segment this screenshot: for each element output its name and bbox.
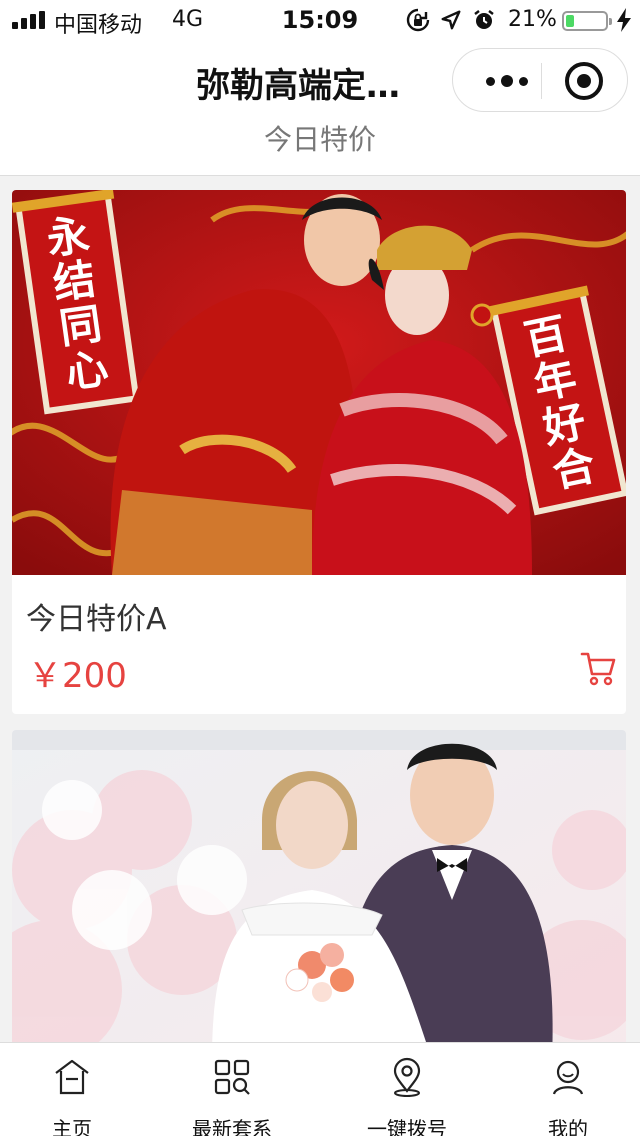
close-circle-icon[interactable] <box>565 62 603 100</box>
page-header: 今日特价 <box>0 112 640 176</box>
cart-icon[interactable] <box>578 648 618 688</box>
tab-label: 主页 <box>52 1117 92 1136</box>
location-icon <box>441 10 461 30</box>
charging-bolt-icon <box>617 8 631 32</box>
product-card[interactable] <box>12 730 626 1060</box>
product-card[interactable]: 永 结 同 心 百 年 好 合 今日特价A ￥200 <box>12 190 626 714</box>
mini-program-capsule <box>452 48 628 112</box>
tab-one-click-dial[interactable]: 一键拨号 <box>337 1043 477 1136</box>
grid-search-icon <box>214 1059 250 1095</box>
nav-title: 弥勒高端定… <box>196 66 400 106</box>
product-image-chinese-wedding[interactable]: 永 结 同 心 百 年 好 合 <box>12 190 626 575</box>
product-price: ￥200 <box>28 656 127 696</box>
status-icons <box>406 8 496 32</box>
status-bar: 中国移动 4G 15:09 21% <box>0 0 640 40</box>
more-dots-icon[interactable] <box>475 49 539 113</box>
tab-label: 最新套系 <box>192 1117 272 1136</box>
svg-text:心: 心 <box>63 343 111 397</box>
tab-label: 我的 <box>548 1117 588 1136</box>
user-icon <box>552 1060 584 1095</box>
alarm-icon <box>474 10 494 29</box>
location-pin-icon <box>393 1057 421 1097</box>
product-name[interactable]: 今日特价A <box>26 594 167 638</box>
product-image-western-wedding[interactable] <box>12 730 626 1060</box>
tab-home[interactable]: 主页 <box>2 1043 142 1136</box>
battery-icon <box>562 11 612 31</box>
tab-bar: 主页 最新套系 一键拨号 我的 <box>0 1042 640 1136</box>
rotation-lock-icon <box>406 8 430 32</box>
screen: 中国移动 4G 15:09 21% 弥勒高端定… 今日特价 永 结 同 心 百 … <box>0 0 640 1136</box>
home-icon <box>55 1059 89 1095</box>
battery-percent: 21% <box>508 7 557 32</box>
tab-mine[interactable]: 我的 <box>498 1043 638 1136</box>
tab-latest-packages[interactable]: 最新套系 <box>162 1043 302 1136</box>
capsule-divider <box>541 63 542 99</box>
tab-label: 一键拨号 <box>367 1117 447 1136</box>
battery-level <box>566 15 574 27</box>
